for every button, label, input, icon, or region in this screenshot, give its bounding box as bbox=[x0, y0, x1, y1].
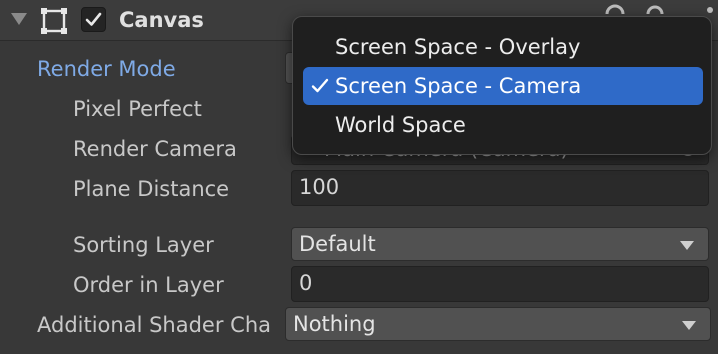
settings-icon bbox=[646, 5, 664, 14]
plane-distance-input[interactable]: 100 bbox=[291, 170, 709, 206]
additional-shader-channels-dropdown[interactable]: Nothing bbox=[285, 307, 711, 341]
checkmark-icon bbox=[85, 12, 102, 26]
render-mode-label: Render Mode bbox=[37, 57, 176, 81]
help-icon bbox=[605, 4, 625, 14]
menu-item-world-space[interactable]: World Space bbox=[303, 106, 703, 144]
sorting-layer-value: Default bbox=[299, 232, 376, 256]
canvas-component-icon bbox=[41, 8, 67, 34]
chevron-down-icon bbox=[682, 321, 696, 330]
checkmark-icon bbox=[311, 78, 329, 93]
additional-shader-channels-label: Additional Shader Cha bbox=[37, 313, 272, 337]
foldout-arrow-icon[interactable] bbox=[11, 13, 27, 25]
order-in-layer-label: Order in Layer bbox=[73, 273, 224, 297]
menu-item-screen-space-camera[interactable]: Screen Space - Camera bbox=[303, 67, 703, 105]
additional-shader-channels-value: Nothing bbox=[293, 312, 376, 336]
more-icon bbox=[707, 7, 713, 13]
menu-item-label: Screen Space - Camera bbox=[335, 74, 582, 98]
order-in-layer-input[interactable]: 0 bbox=[291, 266, 709, 302]
component-title: Canvas bbox=[119, 8, 204, 32]
sorting-layer-label: Sorting Layer bbox=[73, 233, 214, 257]
menu-item-label: Screen Space - Overlay bbox=[335, 35, 581, 59]
menu-item-screen-space-overlay[interactable]: Screen Space - Overlay bbox=[303, 28, 703, 66]
header-tool-icons[interactable] bbox=[605, 4, 718, 14]
plane-distance-label: Plane Distance bbox=[73, 177, 230, 201]
chevron-down-icon bbox=[680, 241, 694, 250]
enabled-checkbox[interactable] bbox=[81, 7, 106, 32]
pixel-perfect-label: Pixel Perfect bbox=[73, 97, 202, 121]
menu-item-label: World Space bbox=[335, 113, 466, 137]
render-camera-label: Render Camera bbox=[73, 137, 237, 161]
render-mode-menu: Screen Space - Overlay Screen Space - Ca… bbox=[292, 16, 712, 155]
sorting-layer-dropdown[interactable]: Default bbox=[291, 227, 709, 261]
